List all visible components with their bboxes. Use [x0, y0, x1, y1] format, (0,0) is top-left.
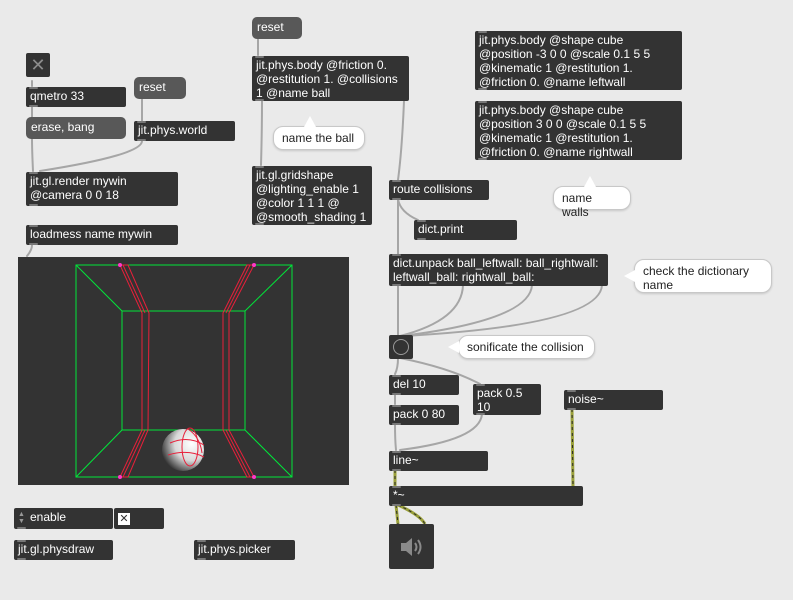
jit-phys-body-ball-object[interactable]: jit.phys.body @friction 0. @restitution …	[252, 56, 409, 101]
reset-body-message[interactable]: reset	[252, 17, 302, 39]
jit-gl-physdraw-object[interactable]: jit.gl.physdraw	[14, 540, 113, 560]
bang-button[interactable]	[389, 335, 413, 359]
erase-bang-message[interactable]: erase, bang	[26, 117, 126, 139]
pack-0-80-object[interactable]: pack 0 80	[389, 405, 459, 425]
updown-arrows-icon: ▲ ▼	[18, 511, 25, 525]
multiply-signal-object[interactable]: *~	[389, 486, 583, 506]
qmetro-object[interactable]: qmetro 33	[26, 87, 126, 107]
enable-umenu[interactable]: ▲ ▼ enable	[14, 508, 113, 529]
toggle-qmetro[interactable]: ✕	[26, 53, 50, 77]
line-object[interactable]: line~	[389, 451, 488, 471]
comment-name-ball: name the ball	[273, 116, 365, 150]
rightwall-body-object[interactable]: jit.phys.body @shape cube @position 3 0 …	[475, 101, 682, 160]
physics-scene-render	[75, 263, 293, 479]
jit-gl-gridshape-object[interactable]: jit.gl.gridshape @lighting_enable 1 @col…	[252, 166, 372, 225]
enable-toggle[interactable]: ✕	[114, 508, 164, 529]
bang-circle-icon	[393, 339, 409, 355]
ezdac-speaker[interactable]	[389, 524, 434, 569]
comment-sonificate: sonificate the collision	[448, 335, 595, 359]
dict-print-object[interactable]: dict.print	[414, 220, 517, 240]
route-collisions-object[interactable]: route collisions	[389, 180, 489, 200]
jit-pwindow[interactable]	[18, 257, 349, 485]
comment-name-walls: name walls	[553, 176, 631, 219]
enable-menu-label: enable	[30, 510, 67, 524]
jit-phys-picker-object[interactable]: jit.phys.picker	[194, 540, 295, 560]
pack-0.5-object[interactable]: pack 0.5 10	[473, 384, 541, 415]
dict-unpack-object[interactable]: dict.unpack ball_leftwall: ball_rightwal…	[389, 254, 608, 286]
close-x-icon: ✕	[30, 55, 46, 75]
noise-object[interactable]: noise~	[564, 390, 663, 410]
loadmess-object[interactable]: loadmess name mywin	[26, 225, 178, 245]
comment-check-dictionary: check the dictionary name	[624, 259, 772, 293]
leftwall-body-object[interactable]: jit.phys.body @shape cube @position -3 0…	[475, 31, 682, 90]
reset-world-message[interactable]: reset	[134, 77, 186, 99]
jit-gl-render-object[interactable]: jit.gl.render mywin @camera 0 0 18	[26, 172, 178, 206]
checked-x-icon: ✕	[118, 512, 130, 525]
speaker-icon	[400, 537, 421, 556]
jit-phys-world-object[interactable]: jit.phys.world	[134, 121, 235, 141]
del-object[interactable]: del 10	[389, 375, 459, 395]
